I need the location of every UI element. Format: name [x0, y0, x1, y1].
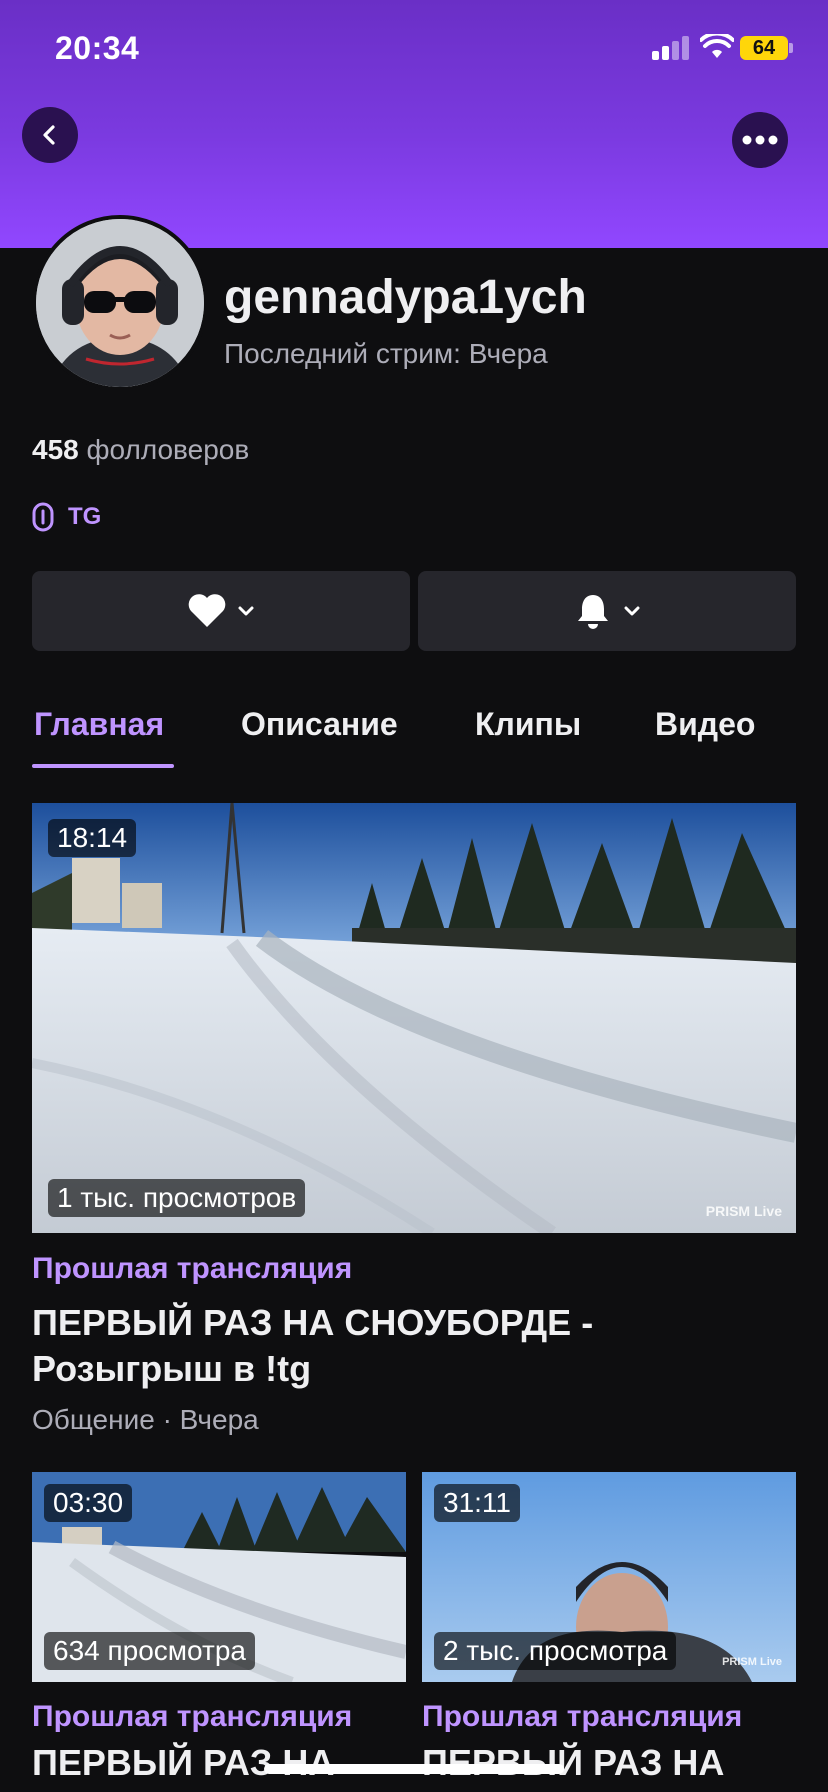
featured-video-category[interactable]: Прошлая трансляция [32, 1252, 352, 1286]
followers-count: 458 фолловеров [32, 434, 249, 466]
followers-number: 458 [32, 434, 79, 465]
video-views-badge: 2 тыс. просмотра [434, 1632, 677, 1670]
featured-video-title-line1: ПЕРВЫЙ РАЗ НА СНОУБОРДЕ - [32, 1302, 594, 1343]
video-duration-badge: 31:11 [434, 1484, 520, 1522]
bell-icon [578, 595, 608, 629]
wifi-icon [700, 34, 734, 58]
channel-avatar[interactable] [32, 215, 208, 391]
featured-video-meta: Общение · Вчера [32, 1404, 259, 1435]
chevron-down-icon [624, 606, 640, 616]
last-stream-info: Последний стрим: Вчера [224, 338, 548, 369]
followers-label: фолловеров [86, 434, 250, 465]
video-thumbnail[interactable]: 03:30 634 просмотра [32, 1472, 406, 1682]
video-views-badge: 1 тыс. просмотров [48, 1179, 306, 1217]
back-button[interactable] [22, 107, 78, 163]
video-category[interactable]: Прошлая трансляция [32, 1700, 352, 1734]
video-title[interactable]: ПЕРВЫЙ РАЗ НА [32, 1740, 334, 1786]
more-horizontal-icon [742, 135, 778, 145]
video-duration-badge: 18:14 [48, 819, 137, 857]
video-watermark: PRISM Live [705, 1203, 782, 1219]
video-title[interactable]: ПЕРВЫЙ РАЗ НА [422, 1740, 724, 1786]
featured-video-title[interactable]: ПЕРВЫЙ РАЗ НА СНОУБОРДЕ - Розыгрыш в !tg [32, 1300, 593, 1392]
tab-videos[interactable]: Видео [655, 706, 755, 743]
chevron-down-icon [238, 606, 254, 616]
channel-username: gennadypa1ych [224, 271, 587, 324]
status-time: 20:34 [55, 30, 140, 66]
heart-icon [188, 594, 226, 627]
notifications-button[interactable] [418, 571, 796, 651]
video-category[interactable]: Прошлая трансляция [422, 1700, 742, 1734]
featured-video-thumbnail[interactable]: 18:14 1 тыс. просмотров PRISM Live [32, 803, 796, 1233]
battery-tip [789, 43, 793, 53]
follow-button[interactable] [32, 571, 410, 651]
chevron-left-icon [43, 125, 55, 145]
link-icon [32, 502, 54, 532]
video-thumbnail[interactable]: 31:11 2 тыс. просмотра PRISM Live [422, 1472, 796, 1682]
featured-video-title-line2: Розыгрыш в !tg [32, 1348, 312, 1389]
cellular-signal-icon [652, 36, 690, 60]
channel-tabs: Главная Описание Клипы Видео [32, 700, 828, 772]
social-link-label: TG [68, 503, 102, 530]
video-views-badge: 634 просмотра [44, 1632, 255, 1670]
active-tab-indicator [32, 764, 174, 768]
home-indicator[interactable] [264, 1764, 564, 1774]
battery-indicator: 64 [740, 36, 788, 60]
video-duration-badge: 03:30 [44, 1484, 133, 1522]
tab-home[interactable]: Главная [34, 706, 164, 743]
more-options-button[interactable] [732, 112, 788, 168]
tab-clips[interactable]: Клипы [475, 706, 581, 743]
tab-about[interactable]: Описание [241, 706, 398, 743]
video-watermark: PRISM Live [722, 1656, 782, 1668]
social-link-tg[interactable]: TG [32, 502, 101, 532]
